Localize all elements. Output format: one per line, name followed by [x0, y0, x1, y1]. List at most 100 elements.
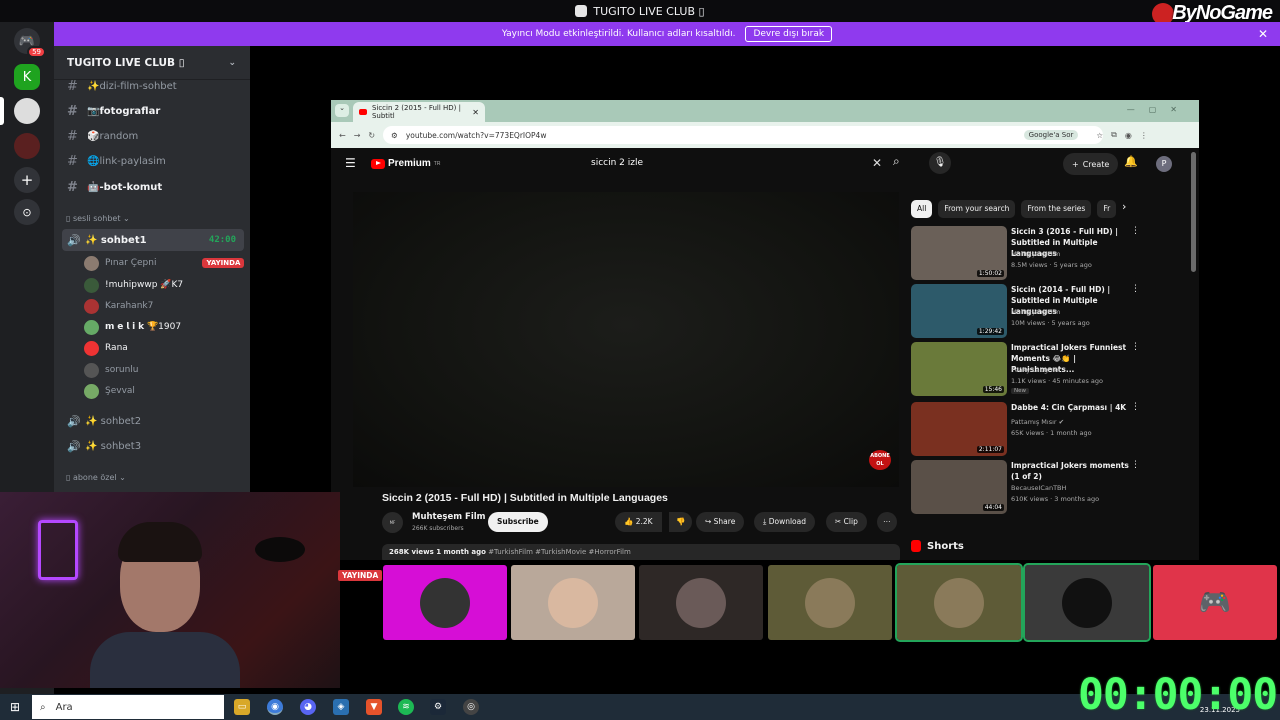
share-button[interactable]: ↪ Share — [696, 512, 745, 532]
site-info-icon[interactable]: ⚙ — [391, 131, 398, 140]
rec-channel[interactable]: Peaky Laughter — [1011, 366, 1061, 374]
chevron-right-icon[interactable]: › — [1122, 200, 1126, 213]
download-button[interactable]: ⤓ Download — [754, 512, 815, 532]
voice-user[interactable]: Karahank7 — [84, 297, 153, 315]
voice-tile-speaking[interactable] — [1023, 563, 1151, 642]
channel-name[interactable]: Muhteşem Film — [412, 512, 486, 522]
more-actions-button[interactable]: ⋯ — [877, 512, 897, 532]
video-thumbnail[interactable]: 2:11:07 — [911, 402, 1007, 456]
chip-all[interactable]: All — [911, 200, 933, 218]
chrome-icon[interactable]: ◉ — [267, 699, 283, 715]
recommendation-item[interactable]: 44:04 Impractical Jokers moments (1 of 2… — [911, 460, 1141, 515]
google-sor-button[interactable]: Google'a Sor — [1023, 130, 1079, 140]
subscribe-button[interactable]: Subscribe — [488, 512, 548, 532]
recommendation-item[interactable]: 15:46 Impractical Jokers Funniest Moment… — [911, 342, 1141, 397]
reload-icon[interactable]: ↻ — [368, 131, 375, 140]
voice-user[interactable]: Pınar Çepni YAYINDA — [84, 254, 245, 272]
taskbar-search-input[interactable]: ⌕ Ara — [32, 695, 224, 719]
search-input[interactable]: siccin 2 izle ✕ — [581, 152, 886, 174]
voice-tile-speaking[interactable] — [895, 563, 1023, 642]
voice-channel-sohbet2[interactable]: 🔊 ✨ sohbet2 — [62, 410, 244, 432]
brave-icon[interactable]: ▼ — [366, 699, 382, 715]
recommendation-item[interactable]: 2:11:07 Dabbe 4: Cin Çarpması | 4K Patta… — [911, 402, 1141, 457]
channel-bot-komut[interactable]: # 🤖-bot-komut — [62, 176, 244, 198]
microphone-icon[interactable]: 🎙 — [929, 152, 951, 174]
video-thumbnail[interactable]: 44:04 — [911, 460, 1007, 514]
windows-start-icon[interactable]: ⊞ — [10, 700, 20, 714]
spotify-icon[interactable]: ≋ — [398, 699, 414, 715]
channel-dizi-film-sohbet[interactable]: # ✨dizi-film-sohbet — [62, 75, 244, 97]
voice-user[interactable]: !muhipwwp 🚀K7 — [84, 276, 183, 294]
recommendation-item[interactable]: 1:29:42 Siccin (2014 - Full HD) | Subtit… — [911, 284, 1141, 339]
voice-user[interactable]: Rana — [84, 339, 128, 357]
rec-channel[interactable]: Pattamış Mısır ✔ — [1011, 418, 1064, 426]
discord-icon[interactable]: ◕ — [300, 699, 316, 715]
url-field[interactable]: ⚙ youtube.com/watch?v=773EQrIOP4w Google… — [383, 126, 1104, 144]
video-thumbnail[interactable]: 15:46 — [911, 342, 1007, 396]
channel-fotograflar[interactable]: # 📷fotograflar — [62, 100, 244, 122]
category-sesli-sohbet[interactable]: ▯ sesli sohbet ⌄ — [66, 214, 130, 223]
rec-channel[interactable]: Muhteşem Film — [1011, 308, 1060, 316]
search-icon[interactable]: ⌕ — [893, 154, 900, 169]
rec-title[interactable]: Impractical Jokers moments (1 of 2) — [1011, 460, 1129, 482]
create-button[interactable]: + Create — [1063, 153, 1119, 175]
file-explorer-icon[interactable]: ▭ — [234, 699, 250, 715]
channel-avatar[interactable]: MF — [382, 512, 403, 533]
voice-tile-discord[interactable]: 🎮 — [1153, 565, 1277, 640]
close-tab-icon[interactable]: ✕ — [472, 108, 479, 117]
steam-icon[interactable]: ⚙ — [430, 699, 446, 715]
more-options-icon[interactable]: ⋮ — [1131, 460, 1140, 470]
extensions-icon[interactable]: ⧉ — [1111, 130, 1117, 140]
disable-streamer-mode-button[interactable]: Devre dışı bırak — [745, 26, 833, 42]
browser-tab[interactable]: Siccin 2 (2015 - Full HD) | Subtitl ✕ — [353, 102, 485, 122]
account-avatar[interactable]: P — [1156, 156, 1172, 172]
back-icon[interactable]: ← — [339, 131, 346, 140]
video-thumbnail[interactable]: 1:29:42 — [911, 284, 1007, 338]
hamburger-menu-icon[interactable]: ☰ — [345, 156, 356, 170]
explore-servers-icon[interactable]: ⊙ — [14, 199, 40, 225]
close-banner-icon[interactable]: ✕ — [1258, 27, 1268, 41]
voice-channel-sohbet3[interactable]: 🔊 ✨ sohbet3 — [62, 435, 244, 457]
voice-user[interactable]: 𝗺 𝗲 𝗹 𝗶 𝗸 🏆1907 — [84, 318, 181, 336]
more-options-icon[interactable]: ⋮ — [1131, 284, 1140, 294]
server-kick-icon[interactable]: K — [14, 64, 40, 90]
voice-tile[interactable] — [383, 565, 507, 640]
add-server-icon[interactable]: + — [14, 167, 40, 193]
voice-user[interactable]: sorunlu — [84, 361, 139, 379]
window-controls[interactable]: —▢✕ — [1127, 105, 1191, 114]
more-options-icon[interactable]: ⋮ — [1131, 342, 1140, 352]
page-scrollbar[interactable] — [1191, 152, 1196, 272]
youtube-premium-logo[interactable]: Premium TR — [371, 158, 440, 169]
direct-messages-icon[interactable]: 🎮 59 — [14, 28, 46, 58]
category-abone-ozel[interactable]: ▯ abone özel ⌄ — [66, 473, 126, 482]
description-box[interactable]: 268K views 1 month ago #TurkishFilm #Tur… — [382, 544, 900, 560]
more-options-icon[interactable]: ⋮ — [1131, 402, 1140, 412]
like-button[interactable]: 👍 2.2K — [615, 512, 662, 532]
channel-random[interactable]: # 🎲random — [62, 125, 244, 147]
abone-ol-watermark[interactable]: ABONE OL — [869, 450, 891, 470]
obs-icon[interactable]: ◎ — [463, 699, 479, 715]
hashtags[interactable]: #TurkishFilm #TurkishMovie #HorrorFilm — [486, 548, 631, 556]
forward-icon[interactable]: → — [354, 131, 361, 140]
app-icon[interactable]: ◈ — [333, 699, 349, 715]
video-thumbnail[interactable]: 1:50:02 — [911, 226, 1007, 280]
dislike-button[interactable]: 👎 — [669, 512, 693, 532]
voice-tile[interactable] — [511, 565, 635, 640]
chip-from-the-series[interactable]: From the series — [1021, 200, 1092, 218]
more-options-icon[interactable]: ⋮ — [1131, 226, 1140, 236]
voice-user[interactable]: Şevval — [84, 382, 135, 400]
voice-tile[interactable] — [768, 565, 892, 640]
notifications-bell-icon[interactable]: 🔔 — [1124, 155, 1138, 168]
video-player[interactable] — [353, 192, 899, 487]
rec-title[interactable]: Dabbe 4: Cin Çarpması | 4K — [1011, 402, 1129, 413]
profile-icon[interactable]: ◉ — [1125, 131, 1132, 140]
server-other-icon[interactable] — [14, 133, 40, 159]
clear-search-icon[interactable]: ✕ — [872, 156, 882, 170]
chip-from-your-search[interactable]: From your search — [938, 200, 1016, 218]
chip-truncated[interactable]: Fr — [1097, 200, 1117, 218]
clip-button[interactable]: ✂ Clip — [826, 512, 867, 532]
channel-link-paylasim[interactable]: # 🌐link-paylasim — [62, 150, 244, 172]
voice-tile[interactable] — [639, 565, 763, 640]
server-tugito-icon[interactable] — [0, 97, 40, 125]
recommendation-item[interactable]: 1:50:02 Siccin 3 (2016 - Full HD) | Subt… — [911, 226, 1141, 281]
